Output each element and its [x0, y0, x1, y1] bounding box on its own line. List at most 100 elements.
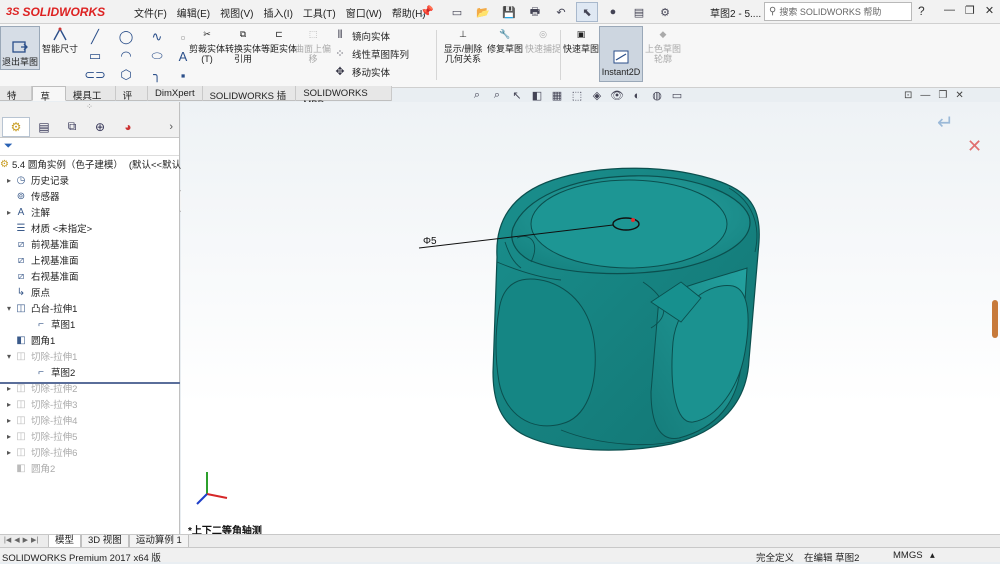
mirror-entities-button[interactable]: ⫴ 镜向实体 [334, 28, 409, 43]
fillet-sketch-icon[interactable]: ╮ [142, 66, 172, 84]
property-manager-tab-icon[interactable]: ▤ [30, 117, 58, 137]
instant2d-button[interactable]: Instant2D [599, 26, 643, 82]
tree-item[interactable]: ⧄ 上视基准面 [0, 252, 179, 268]
view-settings-icon[interactable]: ▭ [670, 89, 684, 102]
tree-item[interactable]: ▸ ◫ 切除-拉伸5 [0, 428, 179, 444]
hide-show-items-icon[interactable]: 👁 [610, 89, 624, 102]
viewport-close-icon[interactable]: ✕ [955, 90, 963, 101]
expand-toggle-icon[interactable]: ▾ [4, 304, 14, 313]
apply-scene-icon[interactable]: ◍ [650, 89, 664, 102]
last-tab-icon[interactable]: ▶| [31, 536, 38, 544]
section-view-icon[interactable]: ◧ [530, 89, 544, 102]
menu-file[interactable]: 文件(F) [130, 4, 171, 21]
tab-sketch[interactable]: 草图 [32, 86, 66, 117]
tree-item[interactable]: ⊚ 传感器 [0, 188, 179, 204]
next-tab-icon[interactable]: ▶ [23, 536, 28, 544]
unit-system[interactable]: MMGS [893, 550, 923, 561]
menu-insert[interactable]: 插入(I) [259, 4, 296, 21]
rollback-bar[interactable] [0, 382, 180, 384]
menu-view[interactable]: 视图(V) [216, 4, 257, 21]
tree-root[interactable]: ⚙ 5.4 圆角实例（色子建模） (默认<<默认 [0, 156, 181, 172]
select-pointer-icon[interactable]: ⬉ [576, 2, 598, 22]
tree-item[interactable]: ▾ ◫ 凸台-拉伸1 [0, 300, 179, 316]
circle-icon[interactable]: ◯ [111, 28, 141, 46]
expand-toggle-icon[interactable]: ▸ [4, 208, 14, 217]
tree-item[interactable]: ▸ ◫ 切除-拉伸6 [0, 444, 179, 460]
feature-manager-tab-icon[interactable]: ⚙ [2, 116, 30, 137]
rectangle-icon[interactable]: ▭ [80, 47, 110, 65]
minimize-icon[interactable]: — [944, 4, 955, 17]
dice-model[interactable] [492, 167, 760, 451]
tab-mold-tools[interactable]: 模具工具 [66, 86, 116, 116]
expand-toggle-icon[interactable]: ▸ [4, 448, 14, 457]
close-icon[interactable]: ✕ [985, 4, 994, 17]
tree-item[interactable]: ▸ ◷ 历史记录 [0, 172, 179, 188]
linear-pattern-button[interactable]: ⁘ 线性草图阵列 [334, 46, 409, 61]
move-entities-button[interactable]: ✥ 移动实体 [334, 64, 409, 79]
tree-item[interactable]: ▸ A 注解 [0, 204, 179, 220]
tree-item[interactable]: ⌐ 草图2 [0, 364, 179, 380]
line-icon[interactable]: ╱ [80, 28, 110, 46]
undo-icon[interactable]: ↶ [550, 2, 572, 22]
tab-dimxpert[interactable]: DimXpert [148, 86, 203, 101]
expand-toggle-icon[interactable]: ▸ [4, 416, 14, 425]
convert-entities-button[interactable]: ⧉ 转换实体引用 [224, 26, 262, 82]
expand-toggle-icon[interactable]: ▸ [4, 400, 14, 409]
zoom-to-area-icon[interactable]: ⌕ [490, 89, 504, 102]
slot-icon[interactable]: ⊂⊃ [80, 66, 110, 84]
edit-appearance-icon[interactable]: ◐ [630, 89, 644, 102]
sketch-center-point[interactable] [631, 218, 635, 222]
tree-item[interactable]: ▸ ◫ 切除-拉伸3 [0, 396, 179, 412]
tree-item[interactable]: ⧄ 前视基准面 [0, 236, 179, 252]
shaded-sketch-contours-button[interactable]: ◆ 上色草图轮廓 [644, 26, 682, 82]
help-search-input[interactable]: ⚲ 搜索 SOLIDWORKS 帮助 [764, 2, 912, 21]
zoom-to-fit-icon[interactable]: ⌕ [470, 89, 484, 102]
expand-toggle-icon[interactable]: ▸ [4, 176, 14, 185]
vertical-scroll-handle[interactable] [992, 300, 998, 338]
tree-item[interactable]: ▾ ◫ 切除-拉伸1 [0, 348, 179, 364]
tab-solidworks-addins[interactable]: SOLIDWORKS 插件 [203, 86, 297, 116]
expand-toggle-icon[interactable]: ▸ [4, 432, 14, 441]
graphics-area[interactable]: Φ5 ↵ ✕ [181, 102, 1000, 534]
tab-features[interactable]: 特征 [0, 86, 33, 116]
cancel-sketch-icon[interactable]: ✕ [967, 136, 987, 156]
file-properties-icon[interactable]: ▤ [628, 2, 650, 22]
pin-icon[interactable]: 📌 [420, 5, 434, 18]
tree-item[interactable]: ⧄ 右视基准面 [0, 268, 179, 284]
rapid-sketch-button[interactable]: ▣ 快速草图 [562, 26, 600, 82]
display-delete-relations-button[interactable]: ⊥ 显示/删除几何关系 [440, 26, 486, 82]
tree-item[interactable]: ◧ 圆角1 [0, 332, 179, 348]
options-gear-icon[interactable]: ⚙ [654, 2, 676, 22]
first-tab-icon[interactable]: |◀ [4, 536, 11, 544]
viewport-minimize-icon[interactable]: — [920, 90, 930, 101]
arc-icon[interactable]: ◠ [111, 47, 141, 65]
trim-entities-button[interactable]: ✂ 剪裁实体(T) [188, 26, 226, 82]
view-orientation-icon[interactable]: ⬚ [570, 89, 584, 102]
previous-view-icon[interactable]: ↖ [510, 89, 524, 102]
restore-icon[interactable]: ❐ [965, 4, 975, 17]
quick-snaps-button[interactable]: ◎ 快速捕捉 [524, 26, 562, 82]
dimxpert-manager-tab-icon[interactable]: ⊕ [86, 117, 114, 137]
prev-tab-icon[interactable]: ◀ [14, 536, 19, 544]
dynamic-annotation-icon[interactable]: ▦ [550, 89, 564, 102]
rebuild-icon[interactable]: ● [602, 2, 624, 22]
menu-tools[interactable]: 工具(T) [299, 4, 340, 21]
tree-item[interactable]: ↳ 原点 [0, 284, 179, 300]
repair-sketch-button[interactable]: 🔧 修复草图 [486, 26, 524, 82]
menu-edit[interactable]: 编辑(E) [173, 4, 214, 21]
menu-window[interactable]: 窗口(W) [342, 4, 386, 21]
tree-item[interactable]: ◧ 圆角2 [0, 460, 179, 476]
feature-filter[interactable]: ⏷ [0, 138, 179, 156]
tab-evaluate[interactable]: 评估 [116, 86, 148, 116]
display-style-icon[interactable]: ◈ [590, 89, 604, 102]
open-icon[interactable]: 📂 [472, 2, 494, 22]
tabs-scroll-right-icon[interactable]: › [169, 121, 173, 133]
tree-item[interactable]: ▸ ◫ 切除-拉伸4 [0, 412, 179, 428]
smart-dimension-button[interactable]: 智能尺寸 [42, 26, 78, 74]
exit-sketch-button[interactable]: 退出草图 [0, 26, 40, 70]
diameter-dimension[interactable]: Φ5 [423, 236, 437, 247]
configuration-manager-tab-icon[interactable]: ⧉ [58, 117, 86, 137]
spline-icon[interactable]: ∿ [142, 28, 172, 46]
viewport-expand-icon[interactable]: ⊡ [904, 90, 912, 101]
polygon-icon[interactable]: ⬡ [111, 66, 141, 84]
